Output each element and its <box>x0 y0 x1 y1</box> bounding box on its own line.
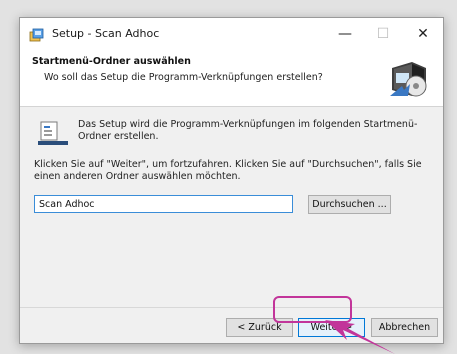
instruction-text: Klicken Sie auf "Weiter", um fortzufahre… <box>34 159 422 182</box>
page-subtitle: Wo soll das Setup die Programm-Verknüpfu… <box>44 72 323 83</box>
maximize-icon: ☐ <box>376 26 390 42</box>
computer-install-icon <box>386 56 432 102</box>
startmenu-folder-input[interactable]: Scan Adhoc <box>34 195 293 213</box>
screenshot-frame: Setup - Scan Adhoc — ☐ ✕ Startmenü-Ordne… <box>0 0 457 354</box>
minimize-button[interactable]: — <box>326 18 364 50</box>
window-title: Setup - Scan Adhoc <box>52 27 160 40</box>
close-button[interactable]: ✕ <box>404 18 442 50</box>
setup-app-icon <box>29 28 44 42</box>
browse-button[interactable]: Durchsuchen ... <box>308 195 391 214</box>
startmenu-folder-icon <box>38 121 68 145</box>
minimize-icon: — <box>338 26 352 42</box>
setup-dialog: Setup - Scan Adhoc — ☐ ✕ Startmenü-Ordne… <box>19 17 444 344</box>
close-icon: ✕ <box>417 26 429 42</box>
intro-text: Das Setup wird die Programm-Verknüpfunge… <box>78 119 418 142</box>
page-title: Startmenü-Ordner auswählen <box>32 56 191 67</box>
maximize-button: ☐ <box>364 18 402 50</box>
pointer-arrow-icon <box>325 320 395 354</box>
title-bar: Setup - Scan Adhoc — ☐ ✕ <box>20 18 443 50</box>
wizard-body: Das Setup wird die Programm-Verknüpfunge… <box>20 107 443 307</box>
wizard-header: Startmenü-Ordner auswählen Wo soll das S… <box>20 50 443 107</box>
